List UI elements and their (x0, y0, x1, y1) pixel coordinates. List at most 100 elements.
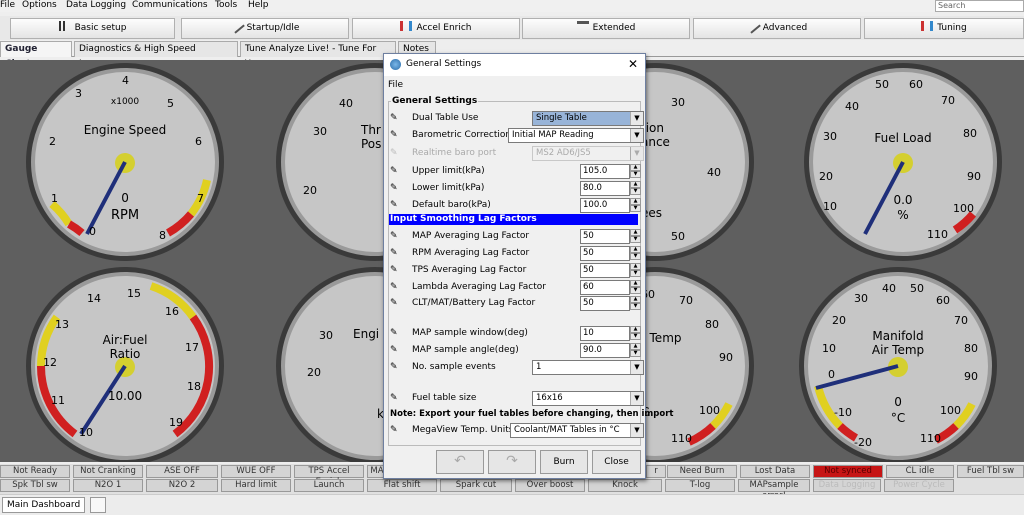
gauge-manifold-air-temp[interactable]: -20 -10 0 10 20 30 40 50 60 70 80 90 100… (799, 267, 997, 465)
map-angle-label: MAP sample angle(deg) (412, 345, 519, 355)
gauge-title: Engine Speed (84, 123, 167, 137)
map-lag-field[interactable]: 50 ▲ ▼ (580, 229, 641, 244)
menu-help[interactable]: Help (248, 0, 269, 11)
map-lag-value: 50 (583, 231, 594, 241)
gauge-value: 10.00 (108, 389, 142, 403)
lambda-lag-field[interactable]: 60 ▲ ▼ (580, 280, 641, 295)
default-baro-label: Default baro(kPa) (412, 200, 491, 210)
sample-events-select[interactable]: 1 ▼ (532, 360, 644, 375)
default-baro-field[interactable]: 100.0 ▲ ▼ (580, 198, 641, 213)
spinner-up-icon[interactable]: ▲ (630, 326, 641, 333)
startup-idle-button[interactable]: Startup/Idle (181, 18, 349, 39)
spinner-down-icon[interactable]: ▼ (630, 236, 641, 243)
spinner-up-icon[interactable]: ▲ (630, 181, 641, 188)
spinner-up-icon[interactable]: ▲ (630, 246, 641, 253)
tick-label: 3 (75, 87, 82, 100)
spinner-down-icon[interactable]: ▼ (630, 188, 641, 195)
pencil-icon: ✎ (390, 231, 398, 241)
spinner-down-icon[interactable]: ▼ (630, 303, 641, 310)
startup-idle-label: Startup/Idle (246, 23, 300, 33)
spinner-up-icon[interactable]: ▲ (630, 229, 641, 236)
status-power-cycle: Power Cycle (884, 479, 954, 492)
spinner-up-icon[interactable]: ▲ (630, 164, 641, 171)
tick-label: 30 (313, 125, 327, 138)
status-tps-accel: TPS Accel Enrich (294, 465, 364, 487)
tab-diagnostics[interactable]: Diagnostics & High Speed Loggers (74, 41, 238, 69)
extended-label: Extended (592, 23, 636, 33)
chevron-down-icon: ▼ (630, 424, 643, 437)
menu-communications[interactable]: Communications (132, 0, 208, 11)
gauge-fuel-load[interactable]: 10 20 30 40 50 60 70 80 90 100 110 Fuel … (804, 63, 1002, 261)
lower-limit-field[interactable]: 80.0 ▲ ▼ (580, 181, 641, 196)
accel-enrich-button[interactable]: Accel Enrich (352, 18, 520, 39)
spinner-down-icon[interactable]: ▼ (630, 270, 641, 277)
burn-button[interactable]: Burn (540, 450, 588, 474)
gauge-air-fuel-ratio[interactable]: 10 11 12 13 14 15 16 17 18 19 Air:Fuel R… (26, 267, 224, 465)
spinner-down-icon[interactable]: ▼ (630, 171, 641, 178)
tick-label: 20 (832, 314, 846, 327)
map-angle-field[interactable]: 90.0 ▲ ▼ (580, 343, 641, 358)
tps-lag-field[interactable]: 50 ▲ ▼ (580, 263, 641, 278)
basic-setup-button[interactable]: Basic setup (10, 18, 175, 39)
pencil-icon: ✎ (390, 200, 398, 210)
menu-options[interactable]: Options (22, 0, 57, 11)
tab-tune-analyze[interactable]: Tune Analyze Live! - Tune For You (240, 41, 396, 69)
spinner-up-icon[interactable]: ▲ (630, 280, 641, 287)
dialog-menu-file[interactable]: File (388, 80, 403, 90)
pencil-icon: ✎ (390, 265, 398, 275)
spinner-down-icon[interactable]: ▼ (630, 350, 641, 357)
tick-label: 50 (910, 282, 924, 295)
fuel-table-size-value: 16x16 (536, 393, 563, 403)
menu-data-logging[interactable]: Data Logging (66, 0, 126, 11)
tick-label: 90 (719, 351, 733, 364)
tick-label: 7 (197, 192, 204, 205)
gauge-title: Thr (360, 123, 381, 137)
export-note: Note: Export your fuel tables before cha… (390, 409, 674, 419)
close-icon[interactable]: ✕ (628, 57, 638, 71)
map-window-field[interactable]: 10 ▲ ▼ (580, 326, 641, 341)
fuel-table-size-select[interactable]: 16x16 ▼ (532, 391, 644, 406)
search-input[interactable]: Search (935, 0, 1024, 12)
close-button[interactable]: Close (592, 450, 641, 474)
status-lost-data: Lost Data (740, 465, 810, 478)
undo-button[interactable]: ↶ (436, 450, 484, 474)
upper-limit-value: 105.0 (583, 166, 608, 176)
tick-label: 40 (882, 282, 896, 295)
tab-gauge-cluster[interactable]: Gauge Cluster (0, 41, 72, 69)
upper-limit-row: ✎ Upper limit(kPa) 105.0 ▲ ▼ (390, 164, 641, 179)
tick-label: 90 (964, 370, 978, 383)
tuning-button[interactable]: Tuning (864, 18, 1024, 39)
tick-label: 5 (167, 97, 174, 110)
dialog-title-bar[interactable]: General Settings ✕ (384, 54, 645, 76)
extended-button[interactable]: Extended (522, 18, 690, 39)
spinner-up-icon[interactable]: ▲ (630, 198, 641, 205)
wrench-icon (228, 18, 245, 34)
rpm-lag-field[interactable]: 50 ▲ ▼ (580, 246, 641, 261)
spinner-up-icon[interactable]: ▲ (630, 263, 641, 270)
status-partial: r (646, 465, 666, 478)
clt-lag-field[interactable]: 50 ▲ ▼ (580, 296, 641, 311)
menu-file[interactable]: File (0, 0, 15, 11)
dual-table-use-select[interactable]: Single Table ▼ (532, 111, 644, 126)
spinner-up-icon[interactable]: ▲ (630, 296, 641, 303)
spinner-down-icon[interactable]: ▼ (630, 205, 641, 212)
spinner-down-icon[interactable]: ▼ (630, 333, 641, 340)
pencil-icon: ✎ (390, 425, 398, 435)
tick-label: 80 (705, 318, 719, 331)
temp-units-select[interactable]: Coolant/MAT Tables in °C ▼ (510, 423, 644, 438)
gauge-engine-speed[interactable]: 0 1 2 3 4 5 6 7 8 x1000 Engine Speed 0 R… (26, 63, 224, 261)
tick-label: 19 (169, 416, 183, 429)
baro-correction-select[interactable]: Initial MAP Reading ▼ (508, 128, 644, 143)
status-t-log: T-log (665, 479, 735, 492)
gauge-title: Engi (353, 327, 379, 341)
upper-limit-field[interactable]: 105.0 ▲ ▼ (580, 164, 641, 179)
new-dashboard-icon[interactable] (90, 497, 106, 513)
advanced-button[interactable]: Advanced (693, 18, 861, 39)
spinner-down-icon[interactable]: ▼ (630, 253, 641, 260)
tick-label: 70 (679, 294, 693, 307)
spinner-down-icon[interactable]: ▼ (630, 287, 641, 294)
spinner-up-icon[interactable]: ▲ (630, 343, 641, 350)
redo-button[interactable]: ↷ (488, 450, 536, 474)
menu-tools[interactable]: Tools (215, 0, 237, 11)
main-dashboard-tab[interactable]: Main Dashboard (2, 497, 86, 513)
